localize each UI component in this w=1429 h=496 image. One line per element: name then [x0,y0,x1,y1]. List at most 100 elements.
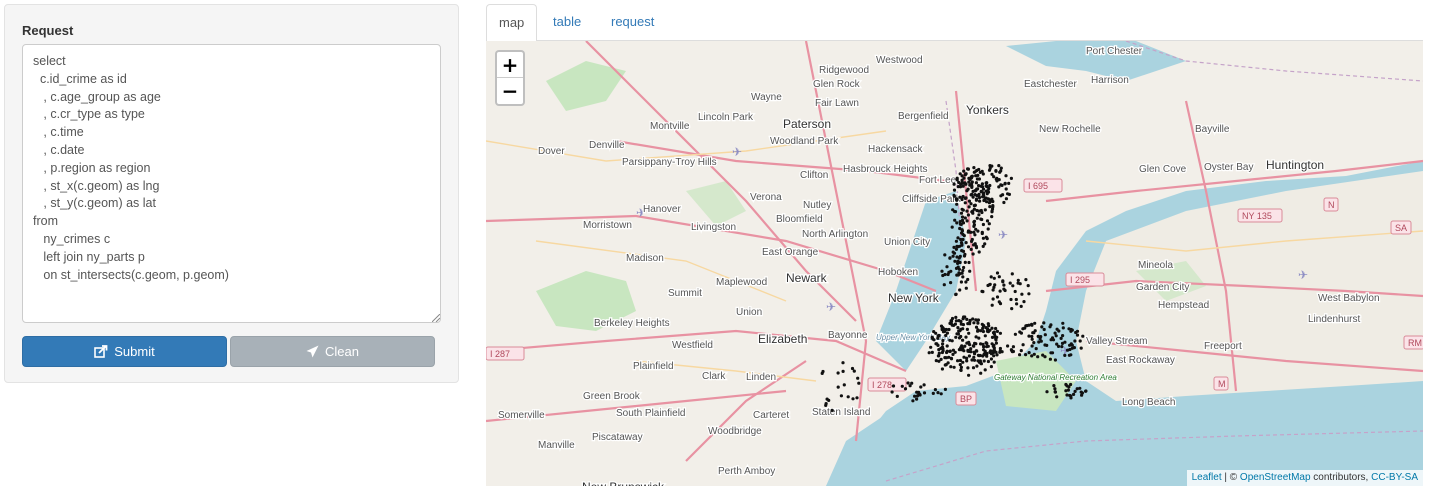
crime-point[interactable] [982,345,986,349]
crime-point[interactable] [940,350,944,355]
crime-point[interactable] [1021,327,1025,331]
crime-point[interactable] [991,297,995,301]
crime-point[interactable] [919,385,923,389]
crime-point[interactable] [988,183,992,188]
crime-point[interactable] [1009,297,1013,302]
crime-point[interactable] [975,216,979,220]
crime-point[interactable] [961,184,965,188]
crime-point[interactable] [988,205,992,209]
crime-point[interactable] [1067,385,1071,389]
crime-point[interactable] [1078,386,1082,390]
crime-point[interactable] [956,273,960,277]
crime-point[interactable] [960,215,965,219]
crime-point[interactable] [972,223,976,227]
license-link[interactable]: CC-BY-SA [1371,472,1418,483]
crime-point[interactable] [992,175,996,179]
crime-point[interactable] [979,371,983,375]
crime-point[interactable] [1015,302,1019,306]
crime-point[interactable] [970,239,974,243]
crime-point[interactable] [1037,340,1041,344]
crime-point[interactable] [1007,181,1011,185]
crime-point[interactable] [973,203,977,207]
crime-point[interactable] [821,369,825,374]
crime-point[interactable] [987,222,991,226]
crime-point[interactable] [1013,289,1017,294]
crime-point[interactable] [969,202,973,206]
crime-point[interactable] [1067,327,1071,331]
crime-point[interactable] [841,361,845,365]
crime-point[interactable] [965,317,969,321]
crime-point[interactable] [964,286,968,290]
crime-point[interactable] [967,341,971,345]
crime-point[interactable] [986,344,990,348]
crime-point[interactable] [1069,396,1073,400]
crime-point[interactable] [975,187,979,191]
crime-point[interactable] [942,327,946,331]
crime-point[interactable] [998,289,1002,293]
crime-point[interactable] [1042,321,1046,325]
crime-point[interactable] [961,194,965,199]
crime-point[interactable] [966,349,970,353]
crime-point[interactable] [1010,307,1014,311]
crime-point[interactable] [945,344,949,348]
crime-point[interactable] [974,349,978,353]
map-tiles[interactable]: ✈ ✈ ✈ ✈ ✈ ✈ Port ChesterWestwoodRidgewoo… [486,41,1423,486]
crime-point[interactable] [1019,331,1024,335]
crime-point[interactable] [984,326,988,330]
crime-point[interactable] [974,197,979,201]
crime-point[interactable] [962,254,967,258]
crime-point[interactable] [1030,322,1034,326]
crime-point[interactable] [936,391,940,395]
crime-point[interactable] [1004,197,1009,201]
crime-point[interactable] [959,348,963,352]
crime-map[interactable]: ✈ ✈ ✈ ✈ ✈ ✈ Port Chester Westwood Ridgewoo… [486,41,1423,486]
crime-point[interactable] [1055,395,1059,399]
crime-point[interactable] [969,230,973,234]
crime-point[interactable] [980,230,984,234]
crime-point[interactable] [944,333,948,338]
crime-point[interactable] [989,365,993,369]
crime-point[interactable] [955,202,959,206]
zoom-in-button[interactable]: + [497,52,523,78]
crime-point[interactable] [943,387,947,391]
crime-point[interactable] [999,166,1003,170]
crime-point[interactable] [1075,333,1080,337]
crime-point[interactable] [969,175,973,179]
crime-point[interactable] [1027,351,1031,355]
crime-point[interactable] [952,365,956,369]
crime-point[interactable] [981,236,985,240]
crime-point[interactable] [942,283,946,287]
crime-point[interactable] [985,329,989,333]
resize-grip-icon[interactable] [432,314,440,322]
crime-point[interactable] [956,359,960,363]
crime-point[interactable] [977,167,981,172]
crime-point[interactable] [1014,297,1018,302]
crime-point[interactable] [954,315,958,319]
crime-point[interactable] [1080,393,1084,397]
osm-link[interactable]: OpenStreetMap [1240,472,1311,483]
crime-point[interactable] [1009,176,1014,180]
crime-point[interactable] [950,225,954,229]
crime-point[interactable] [1018,353,1022,357]
crime-point[interactable] [967,180,971,184]
crime-point[interactable] [990,335,995,339]
crime-point[interactable] [1060,345,1064,349]
crime-point[interactable] [895,394,899,398]
crime-point[interactable] [966,167,970,171]
crime-point[interactable] [976,328,980,332]
crime-point[interactable] [903,387,908,391]
crime-point[interactable] [1072,392,1076,396]
crime-point[interactable] [986,189,990,193]
crime-point[interactable] [1006,192,1010,196]
crime-point[interactable] [1045,390,1049,394]
crime-point[interactable] [958,288,962,292]
crime-point[interactable] [975,194,979,198]
crime-point[interactable] [857,381,861,385]
crime-point[interactable] [985,341,989,346]
crime-point[interactable] [959,237,963,242]
crime-point[interactable] [941,338,945,343]
crime-point[interactable] [927,351,931,355]
crime-point[interactable] [960,178,964,182]
crime-point[interactable] [997,275,1001,279]
crime-point[interactable] [949,281,953,285]
